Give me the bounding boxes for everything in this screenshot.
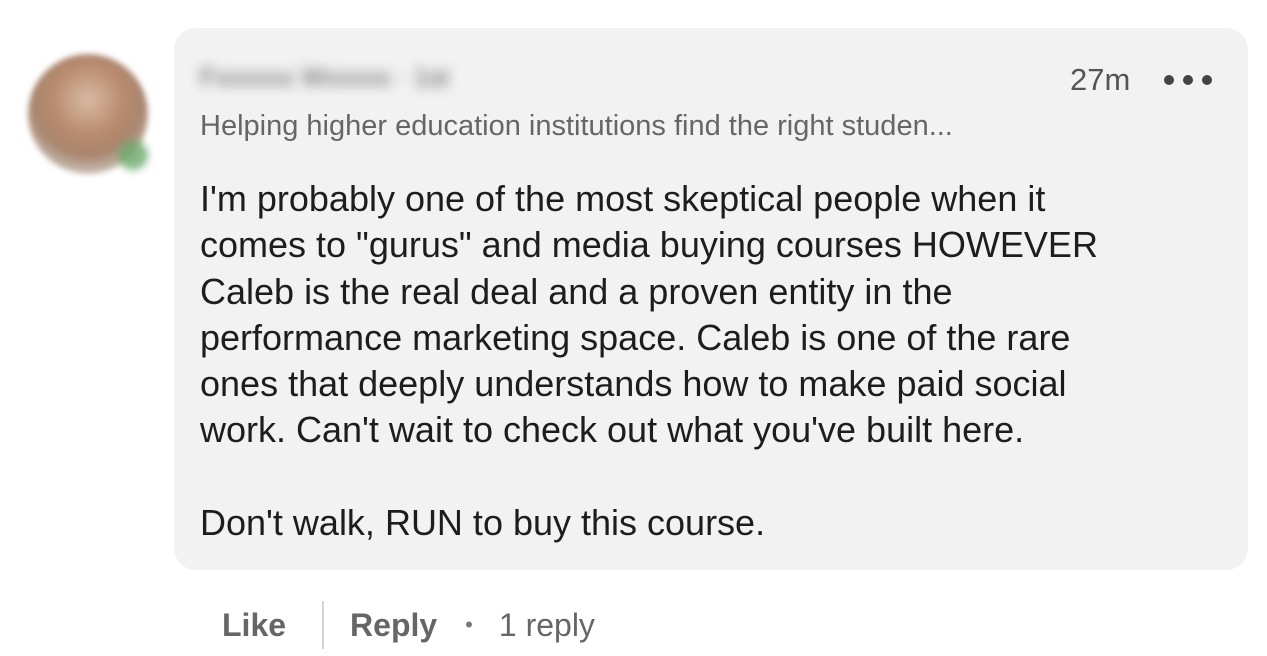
comment-paragraph: Don't walk, RUN to buy this course.: [200, 501, 766, 543]
reply-button[interactable]: Reply: [350, 607, 437, 644]
more-dot: [1164, 75, 1174, 85]
more-options-icon[interactable]: [1164, 64, 1212, 96]
author-headline: Helping higher education institutions fi…: [200, 110, 953, 142]
online-status-icon: [118, 140, 148, 170]
comment-thread: Fxxxxxx Wxxxxx · 1st 27m Helping higher …: [0, 0, 1267, 656]
reply-count-link[interactable]: 1 reply: [499, 607, 595, 644]
action-divider: [322, 601, 325, 649]
comment-timestamp: 27m: [1070, 62, 1131, 97]
author-name[interactable]: Fxxxxxx Wxxxxx · 1st: [200, 62, 560, 92]
comment-body: I'm probably one of the most skeptical p…: [200, 176, 1230, 546]
comment-paragraph: I'm probably one of the most skeptical p…: [200, 178, 1098, 451]
like-button[interactable]: Like: [222, 607, 286, 644]
more-dot: [1202, 75, 1212, 85]
comment-actions: Like Reply • 1 reply: [222, 600, 595, 650]
separator-dot: •: [465, 612, 473, 637]
more-dot: [1183, 75, 1193, 85]
